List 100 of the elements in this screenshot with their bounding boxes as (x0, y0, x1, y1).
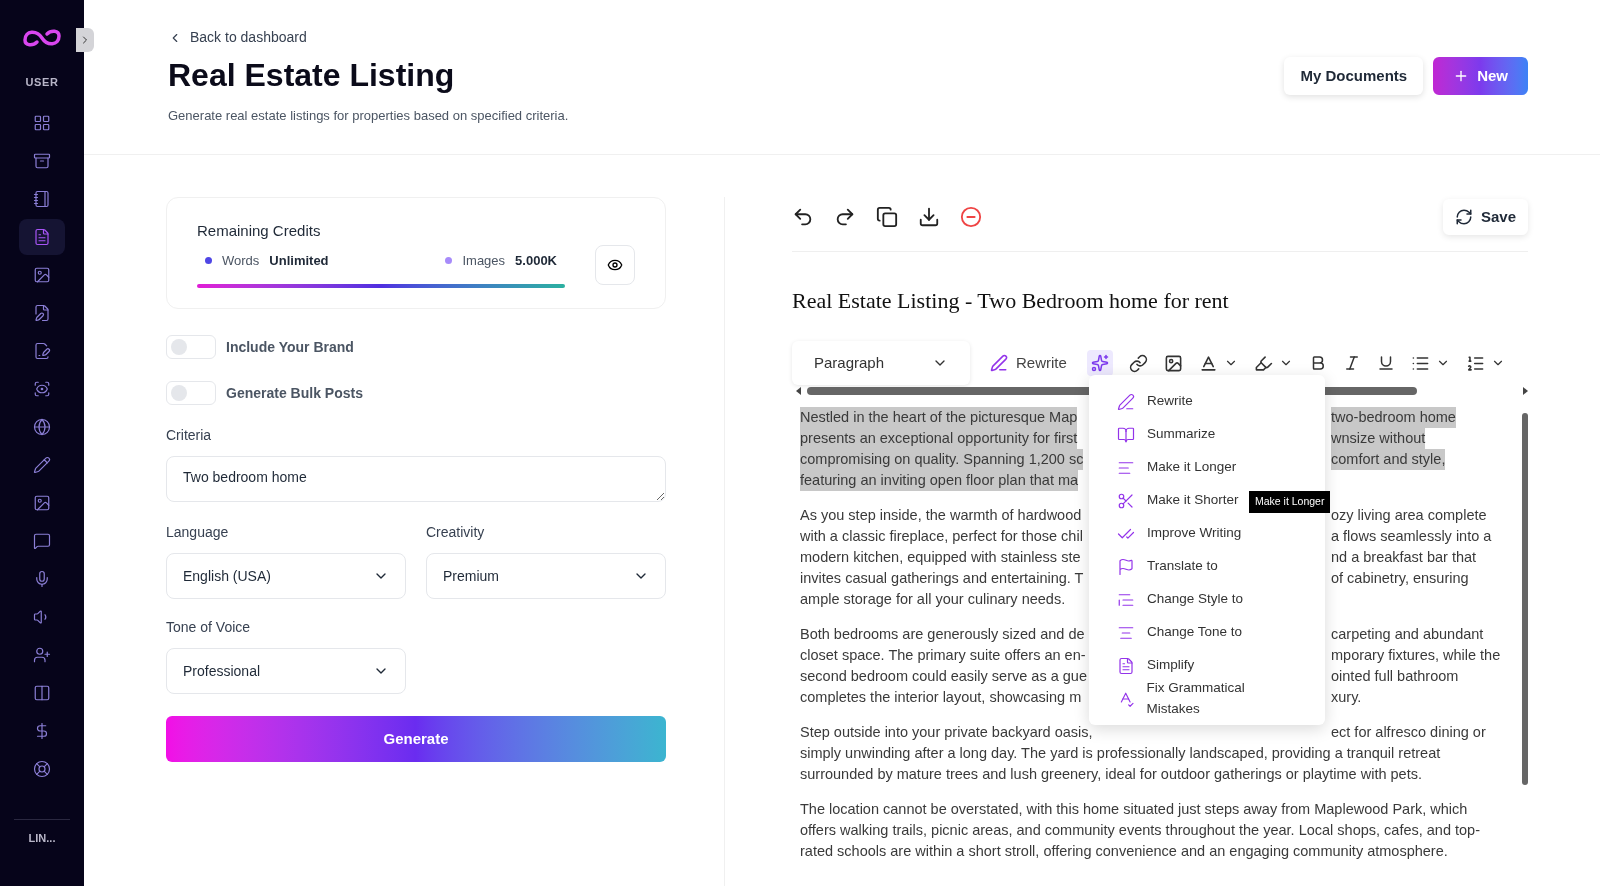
text-line: xury. (1331, 688, 1362, 707)
text-line: a flows seamlessly into a (1331, 527, 1492, 546)
back-link[interactable]: Back to dashboard (168, 27, 569, 48)
field-label: Language (166, 523, 230, 542)
text-line: Both bedrooms are generously sized and de (800, 625, 1085, 644)
menu-item[interactable]: Change Style to (1089, 583, 1325, 616)
menu-item[interactable]: Improve Writing (1089, 517, 1325, 550)
text-line: of cabinetry, ensuring (1331, 569, 1469, 588)
text-line: mporary fixtures, while the (1331, 646, 1501, 665)
collapse-handle[interactable] (76, 28, 94, 52)
microphone-icon (33, 569, 51, 588)
document-title: Real Estate Listing - Two Bedroom home for rent (792, 287, 1230, 315)
menu-item[interactable]: Rewrite (1089, 385, 1325, 418)
logo-icon (21, 26, 63, 50)
sparkles-icon (1090, 354, 1109, 372)
sidebar-item[interactable] (19, 218, 65, 255)
globe-icon (33, 417, 51, 436)
pen-icon (1117, 392, 1135, 411)
text-line: surrounded by mature trees and lush greenery, ideal for outdoor gatherings or playtime with pets. (800, 765, 1422, 784)
new-button[interactable]: New (1433, 57, 1528, 95)
picture-icon (33, 493, 51, 512)
page-subtitle: Generate real estate listings for properties based on specified criteria. (168, 107, 569, 125)
text-line: ample storage for all your culinary needs. (800, 590, 1066, 609)
add-user-icon (33, 645, 51, 664)
flag-icon (1117, 557, 1135, 576)
text-line: ointed full bathroom (1331, 667, 1459, 686)
board-icon (33, 683, 51, 702)
menu-item[interactable]: Fix Grammatical Mistakes (1089, 682, 1325, 715)
refresh-icon (1454, 208, 1473, 226)
image-icon[interactable] (1163, 353, 1183, 373)
chat-icon (33, 531, 51, 550)
my-documents-button[interactable]: My Documents (1284, 57, 1424, 95)
pen-icon (990, 354, 1008, 372)
rewrite-button[interactable]: Rewrite (990, 351, 1067, 375)
paragraph-dropdown[interactable]: Paragraph (792, 341, 970, 385)
ai-button[interactable] (1086, 350, 1113, 376)
text-line: The location cannot be overstated, with this home situated just steps away from Maplewood Park, which (800, 800, 1468, 819)
book-icon (1117, 425, 1135, 444)
eye-button[interactable] (595, 244, 635, 285)
text-line: with a classic fireplace, perfect for those chil (800, 527, 1083, 546)
redo-icon[interactable] (834, 206, 856, 228)
scissors-icon (1117, 491, 1135, 510)
menu-item[interactable]: Translate to (1089, 550, 1325, 583)
text-color-icon[interactable] (1198, 353, 1218, 373)
menu-item[interactable]: Simplify (1089, 649, 1325, 682)
text-line: Step outside into your private backyard oasis, (800, 723, 1093, 742)
undo-icon[interactable] (792, 206, 814, 228)
toggle-label: Generate Bulk Posts (226, 383, 363, 403)
dropdown[interactable]: Premium (426, 553, 666, 599)
credit-value: Unlimited (269, 251, 329, 270)
text-line: closet space. The primary suite offers an en- (800, 646, 1086, 665)
text-line: second bedroom could easily serve as a gue (800, 667, 1087, 686)
link-icon[interactable] (1128, 353, 1148, 373)
save-button[interactable]: Save (1442, 199, 1528, 235)
text-line: ozy living area complete (1331, 506, 1487, 525)
text-line: nd a breakfast bar that (1331, 548, 1477, 567)
text-line: As you step inside, the warmth of hardwood (800, 506, 1082, 525)
numbered-list-icon[interactable] (1465, 353, 1485, 373)
highlighter-icon[interactable] (1253, 353, 1273, 373)
text-line: ect for alfresco dining or (1331, 723, 1486, 742)
menu-item[interactable]: Make it Longer (1089, 451, 1325, 484)
scroll-right-icon[interactable] (1523, 387, 1528, 395)
pencil-icon (33, 455, 51, 474)
card-title: Remaining Credits (197, 221, 322, 241)
dropdown[interactable]: English (USA) (166, 553, 406, 599)
toggle-switch[interactable] (166, 381, 216, 405)
menu-item[interactable]: Summarize (1089, 418, 1325, 451)
credit-label: Words (222, 251, 260, 270)
document-edit-icon (33, 303, 51, 322)
underline-icon[interactable] (1376, 354, 1395, 372)
text-line: rated schools are within a short stroll, offering convenience and an engaging community atmosphere. (800, 842, 1448, 861)
copy-icon[interactable] (876, 206, 898, 228)
download-icon[interactable] (918, 206, 940, 228)
credit-value: 5.000K (515, 251, 557, 270)
vertical-scrollbar[interactable] (1522, 413, 1528, 785)
text-line: offers walking trails, picnic areas, and community events throughout the year. Local shops, cafes, and top- (800, 821, 1480, 840)
document-pen-icon (33, 341, 51, 360)
criteria-field[interactable]: Two bedroom home (166, 456, 666, 502)
credit-label: Images (462, 251, 506, 270)
section-label: USER (25, 75, 59, 90)
dropdown[interactable]: Professional (166, 648, 406, 694)
text-line: carpeting and abundant (1331, 625, 1484, 644)
scroll-left-icon[interactable] (796, 387, 801, 395)
document-icon (1117, 656, 1135, 675)
page-title: Real Estate Listing (168, 56, 456, 95)
menu-item[interactable]: Change Tone to (1089, 616, 1325, 649)
generate-button[interactable]: Generate (166, 716, 666, 762)
scan-eye-icon (33, 379, 51, 398)
field-label: Tone of Voice (166, 618, 252, 637)
toggle-switch[interactable] (166, 335, 216, 359)
support-icon (33, 759, 51, 778)
document-icon (33, 227, 51, 246)
image-icon (33, 265, 51, 284)
text-line: completes the interior layout, showcasing m (800, 688, 1082, 707)
notebook-icon (33, 189, 51, 208)
archive-icon (33, 151, 51, 170)
text-line: simply unwinding after a long day. The yard is professionally landscaped, providing a tranquil retreat (800, 744, 1441, 763)
remove-icon[interactable] (960, 206, 982, 228)
field-label: Creativity (426, 523, 486, 542)
grid-icon (33, 113, 51, 132)
